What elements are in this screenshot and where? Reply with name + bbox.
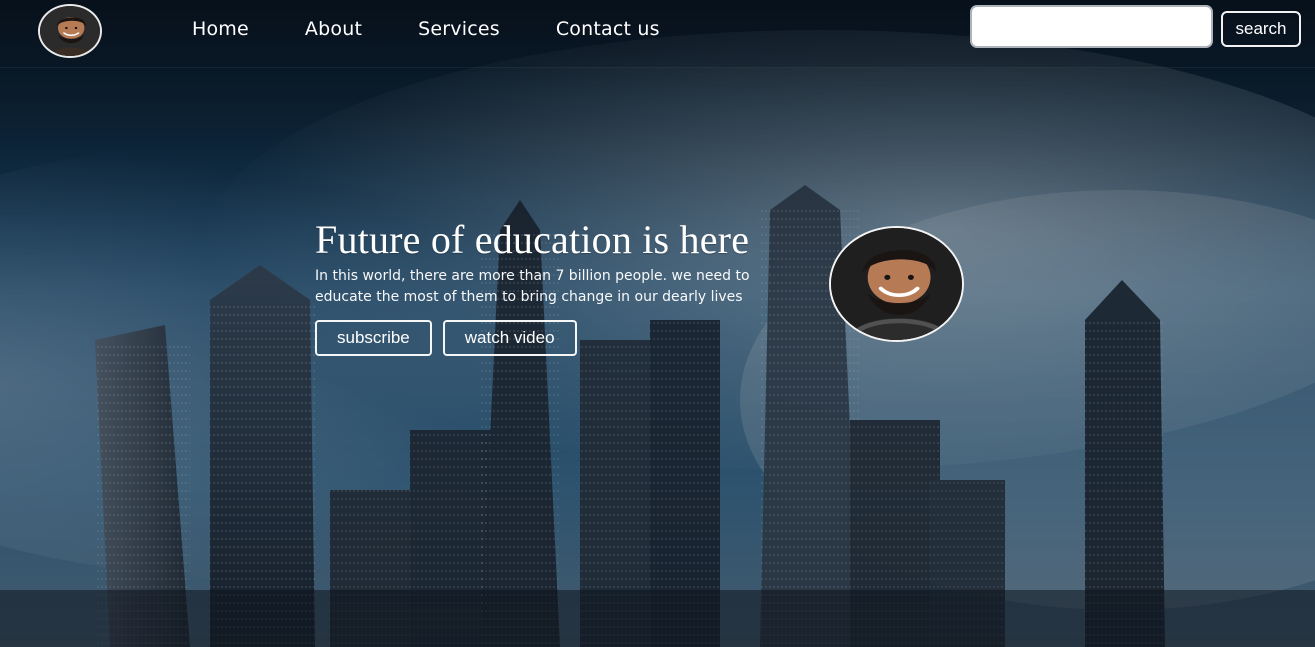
subscribe-button[interactable]: subscribe	[315, 320, 432, 356]
profile-avatar-icon	[831, 228, 962, 340]
landing-page: Home About Services Contact us search Fu…	[0, 0, 1315, 647]
hero-avatar	[829, 226, 964, 342]
top-navigation-bar: Home About Services Contact us search	[0, 0, 1315, 68]
hero-actions: subscribe watch video	[315, 320, 835, 356]
watch-video-button[interactable]: watch video	[442, 320, 577, 356]
search-button[interactable]: search	[1221, 11, 1301, 47]
hero-section: Future of education is here In this worl…	[315, 218, 835, 356]
nav-about[interactable]: About	[305, 18, 362, 40]
nav-contact-us[interactable]: Contact us	[556, 18, 660, 40]
profile-avatar-icon	[40, 6, 100, 56]
hero-title: Future of education is here	[315, 217, 750, 262]
logo-avatar[interactable]	[38, 4, 102, 58]
nav-services[interactable]: Services	[418, 18, 500, 40]
hero-description: In this world, there are more than 7 bil…	[315, 268, 750, 305]
search-input[interactable]	[970, 5, 1213, 48]
nav-home[interactable]: Home	[192, 18, 249, 40]
main-nav: Home About Services Contact us	[192, 18, 660, 40]
